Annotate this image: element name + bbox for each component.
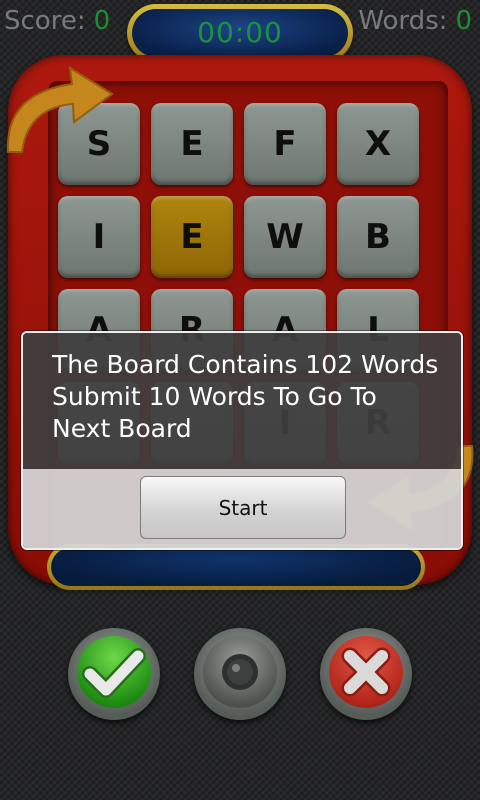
clear-word-button[interactable]	[320, 628, 412, 720]
sound-toggle-button[interactable]	[194, 628, 286, 720]
dialog-message-line: The Board Contains 102 Words	[52, 350, 439, 379]
dialog-message: The Board Contains 102 Words Submit 10 W…	[23, 333, 461, 469]
x-icon	[341, 647, 391, 697]
checkmark-icon	[82, 648, 146, 698]
dialog-message-line: Next Board	[52, 414, 192, 443]
info-dialog: The Board Contains 102 Words Submit 10 W…	[21, 331, 463, 550]
speaker-icon	[222, 654, 258, 690]
start-button[interactable]: Start	[140, 476, 346, 539]
submit-word-button[interactable]	[68, 628, 160, 720]
dialog-message-line: Submit 10 Words To Go To	[52, 382, 377, 411]
dialog-footer: Start	[23, 469, 461, 548]
